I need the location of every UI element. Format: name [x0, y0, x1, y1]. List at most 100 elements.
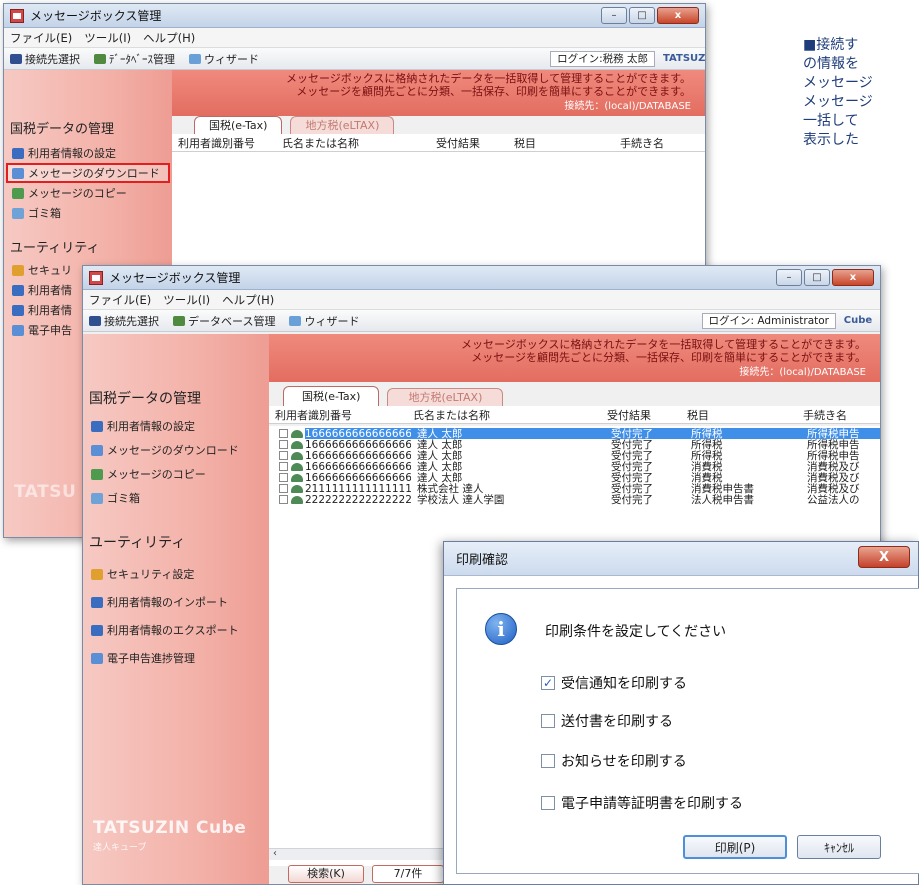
option-cover-letter[interactable]: 送付書を印刷する [541, 711, 673, 731]
wizard-icon [289, 315, 302, 326]
search-button[interactable]: 検索(K) [288, 865, 364, 883]
row-checkbox[interactable] [279, 462, 288, 471]
tab-local-tax[interactable]: 地方税(eLTAX) [387, 388, 504, 406]
maximize-button[interactable]: □ [804, 269, 830, 286]
annotation-line: の情報を [803, 56, 859, 72]
column-header[interactable]: 手続き名 [797, 407, 880, 423]
print-button[interactable]: 印刷(P) [683, 835, 787, 859]
menu-tools[interactable]: ツール(I) [163, 292, 210, 308]
row-checkbox[interactable] [279, 451, 288, 460]
close-button[interactable]: x [832, 269, 874, 286]
sidebar-item-import[interactable]: 利用者情報のインポート [83, 588, 269, 616]
sidebar-item-download[interactable]: メッセージのダウンロード [83, 438, 269, 462]
column-header[interactable]: 受付結果 [601, 407, 681, 423]
cancel-button[interactable]: ｷｬﾝｾﾙ [797, 835, 881, 859]
section-heading: 国税データの管理 [89, 391, 201, 407]
horizontal-scrollbar[interactable]: ‹ [269, 848, 449, 860]
column-header[interactable]: 氏名または名称 [276, 135, 430, 151]
progress-icon [12, 324, 24, 336]
sidebar-item-export[interactable]: 利用者情報のエクスポート [83, 616, 269, 644]
connect-select-button[interactable]: 接続先選択 [10, 51, 80, 67]
row-checkbox[interactable] [279, 473, 288, 482]
option-label: 電子申請等証明書を印刷する [561, 796, 743, 812]
export-icon [91, 624, 103, 636]
back-grid-header: 利用者識別番号 氏名または名称 受付結果 税目 手続き名 [172, 134, 705, 152]
database-button[interactable]: データベース管理 [173, 313, 275, 329]
trash-icon [91, 492, 103, 504]
menu-file[interactable]: ファイル(E) [10, 30, 72, 46]
brand-subtitle: 達人キューブ [93, 843, 147, 853]
close-button[interactable]: x [657, 7, 699, 24]
table-row[interactable]: 2222222222222222 学校法人 達人学園 受付完了 法人税申告書 公益法人の [269, 494, 880, 506]
checkbox[interactable] [541, 714, 555, 728]
sidebar-item-trash[interactable]: ゴミ箱 [83, 486, 269, 510]
row-checkbox[interactable] [279, 440, 288, 449]
banner-line: メッセージを顧問先ごとに分類、一括保存、印刷を簡単にすることができます。 [296, 85, 691, 98]
tab-national-tax[interactable]: 国税(e-Tax) [194, 116, 283, 134]
import-icon [12, 284, 24, 296]
annotation-text: ■接続す の情報を メッセージ メッセージ 一括して 表示した [803, 36, 919, 150]
login-status: ログイン:税務 太郎 [550, 51, 655, 67]
menu-help[interactable]: ヘルプ(H) [143, 30, 195, 46]
logo: TATSUZI [663, 53, 706, 64]
menu-tools[interactable]: ツール(I) [84, 30, 131, 46]
connection-label: 接続先：(local)/DATABASE [564, 101, 691, 112]
dialog-close-button[interactable]: X [858, 546, 910, 568]
tab-national-tax[interactable]: 国税(e-Tax) [283, 386, 380, 406]
connect-select-button[interactable]: 接続先選択 [89, 313, 159, 329]
front-title-bar: メッセージボックス管理 – □ x [83, 266, 880, 290]
sidebar-item-copy[interactable]: メッセージのコピー [83, 462, 269, 486]
column-header[interactable]: 税目 [681, 407, 797, 423]
wizard-button[interactable]: ウィザード [289, 313, 359, 329]
scroll-left-arrow[interactable]: ‹ [273, 848, 277, 859]
row-checkbox[interactable] [279, 429, 288, 438]
wizard-button[interactable]: ウィザード [189, 51, 259, 67]
section-heading: 国税データの管理 [10, 122, 115, 137]
section-heading: ユーティリティ [10, 241, 100, 256]
maximize-button[interactable]: □ [629, 7, 655, 24]
option-receipt-notice[interactable]: ✓ 受信通知を印刷する [541, 673, 687, 693]
option-notice[interactable]: お知らせを印刷する [541, 751, 687, 771]
message-icon [291, 473, 303, 482]
row-checkbox[interactable] [279, 484, 288, 493]
message-icon [291, 495, 303, 504]
database-button[interactable]: ﾃﾞｰﾀﾍﾞｰｽ管理 [94, 51, 175, 67]
sidebar-item-security[interactable]: セキュリティ設定 [83, 560, 269, 588]
database-icon [94, 53, 106, 64]
annotation-line: 一括して [803, 113, 859, 129]
window-title: メッセージボックス管理 [30, 9, 162, 23]
menu-file[interactable]: ファイル(E) [89, 292, 151, 308]
sidebar-item-trash[interactable]: ゴミ箱 [4, 203, 172, 223]
download-icon [12, 167, 24, 179]
annotation-line: ■接続す [803, 37, 859, 53]
sidebar-item-copy[interactable]: メッセージのコピー [4, 183, 172, 203]
minimize-button[interactable]: – [601, 7, 627, 24]
row-checkbox[interactable] [279, 495, 288, 504]
export-icon [12, 304, 24, 316]
sidebar-item-progress[interactable]: 電子申告進捗管理 [83, 644, 269, 672]
print-confirm-dialog: 印刷確認 X i 印刷条件を設定してください ✓ 受信通知を印刷する 送付書を印… [443, 541, 919, 885]
tab-local-tax[interactable]: 地方税(eLTAX) [290, 116, 395, 134]
sidebar-item-download[interactable]: メッセージのダウンロード [6, 163, 170, 183]
dialog-title-bar: 印刷確認 X [444, 542, 918, 576]
sidebar-item-user-settings[interactable]: 利用者情報の設定 [4, 143, 172, 163]
table-cell: 法人税申告書 [691, 494, 754, 506]
option-e-certificate[interactable]: 電子申請等証明書を印刷する [541, 793, 743, 813]
minimize-button[interactable]: – [776, 269, 802, 286]
column-header[interactable]: 利用者識別番号 [269, 407, 407, 423]
copy-icon [91, 468, 103, 480]
message-icon [291, 429, 303, 438]
banner-line: メッセージボックスに格納されたデータを一括取得して管理することができます。 [285, 72, 691, 85]
menu-help[interactable]: ヘルプ(H) [222, 292, 274, 308]
sidebar-item-user-settings[interactable]: 利用者情報の設定 [83, 414, 269, 438]
message-icon [291, 484, 303, 493]
column-header[interactable]: 利用者識別番号 [172, 135, 276, 151]
checkbox[interactable]: ✓ [541, 676, 555, 690]
annotation-line: 表示した [803, 132, 859, 148]
checkbox[interactable] [541, 754, 555, 768]
column-header[interactable]: 税目 [508, 135, 614, 151]
column-header[interactable]: 受付結果 [430, 135, 508, 151]
column-header[interactable]: 手続き名 [614, 135, 694, 151]
checkbox[interactable] [541, 796, 555, 810]
column-header[interactable]: 氏名または名称 [407, 407, 601, 423]
